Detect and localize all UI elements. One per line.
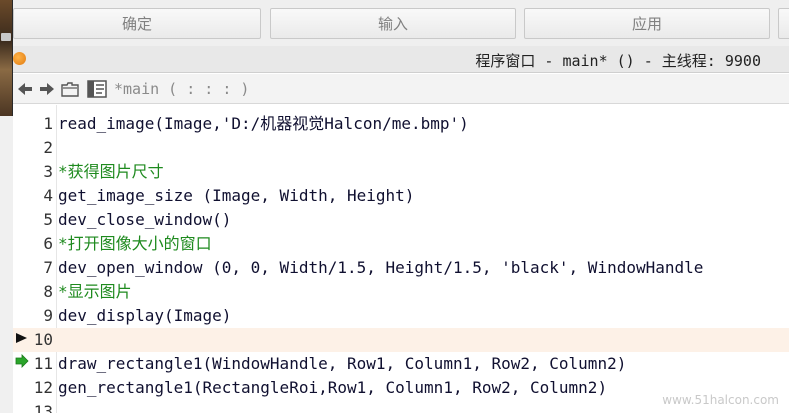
line-number: 9 (43, 306, 53, 325)
code-editor[interactable]: 1 read_image(Image,'D:/机器视觉Halcon/me.bmp'… (13, 105, 789, 413)
background-image-thumbnail (0, 0, 13, 116)
code-text: read_image(Image,'D:/机器视觉Halcon/me.bmp') (58, 114, 469, 133)
editor-tab-label[interactable]: *main ( : : : ) (114, 80, 249, 98)
breakpoint-marker-icon (16, 333, 27, 343)
line-number: 4 (43, 186, 53, 205)
code-text: gen_rectangle1(RectangleRoi,Row1, Column… (58, 378, 608, 397)
back-arrow-icon[interactable] (17, 80, 33, 98)
line-number: 1 (43, 114, 53, 133)
code-line[interactable]: 6 *打开图像大小的窗口 (13, 232, 789, 256)
code-line[interactable]: 5 dev_close_window() (13, 208, 789, 232)
line-number: 7 (43, 258, 53, 277)
more-button[interactable] (778, 8, 789, 39)
input-button[interactable]: 输入 (270, 8, 516, 39)
code-text: get_image_size (Image, Width, Height) (58, 186, 415, 205)
procedure-icon[interactable] (87, 80, 107, 98)
code-line[interactable]: 8 *显示图片 (13, 280, 789, 304)
code-line[interactable]: 11 draw_rectangle1(WindowHandle, Row1, Co… (13, 352, 789, 376)
code-text: dev_close_window() (58, 210, 232, 229)
folder-icon[interactable] (61, 80, 79, 98)
apply-button[interactable]: 应用 (524, 8, 770, 39)
line-number: 10 (33, 330, 53, 349)
line-number: 6 (43, 234, 53, 253)
app-icon (13, 52, 26, 65)
code-line[interactable]: 4 get_image_size (Image, Width, Height) (13, 184, 789, 208)
code-text: draw_rectangle1(WindowHandle, Row1, Colu… (58, 354, 627, 373)
line-number: 2 (43, 138, 53, 157)
program-window-titlebar: 程序窗口 - main* () - 主线程: 9900 (13, 46, 789, 73)
confirm-button[interactable]: 确定 (13, 8, 261, 39)
code-line[interactable]: 1 read_image(Image,'D:/机器视觉Halcon/me.bmp'… (13, 112, 789, 136)
window-title: 程序窗口 - main* () - 主线程: 9900 (475, 52, 761, 70)
line-number: 8 (43, 282, 53, 301)
code-text: dev_display(Image) (58, 306, 232, 325)
line-number: 13 (33, 402, 53, 413)
code-line[interactable]: 7 dev_open_window (0, 0, Width/1.5, Heigh… (13, 256, 789, 280)
code-line[interactable]: 9 dev_display(Image) (13, 304, 789, 328)
forward-arrow-icon[interactable] (39, 80, 55, 98)
code-comment: *显示图片 (58, 282, 132, 301)
dialog-button-bar: 确定 输入 应用 (13, 0, 789, 46)
code-line[interactable]: 2 (13, 136, 789, 160)
code-comment: *打开图像大小的窗口 (58, 234, 212, 253)
program-counter-icon (15, 354, 29, 368)
line-number: 3 (43, 162, 53, 181)
code-text: dev_open_window (0, 0, Width/1.5, Height… (58, 258, 704, 277)
line-number: 11 (33, 354, 53, 373)
code-comment: *获得图片尺寸 (58, 162, 164, 181)
watermark-text: www.51halcon.com (662, 393, 779, 407)
editor-toolbar: *main ( : : : ) (13, 74, 789, 104)
code-line[interactable]: 10 (13, 328, 789, 352)
code-line[interactable]: 3 *获得图片尺寸 (13, 160, 789, 184)
line-number: 12 (33, 378, 53, 397)
line-number: 5 (43, 210, 53, 229)
